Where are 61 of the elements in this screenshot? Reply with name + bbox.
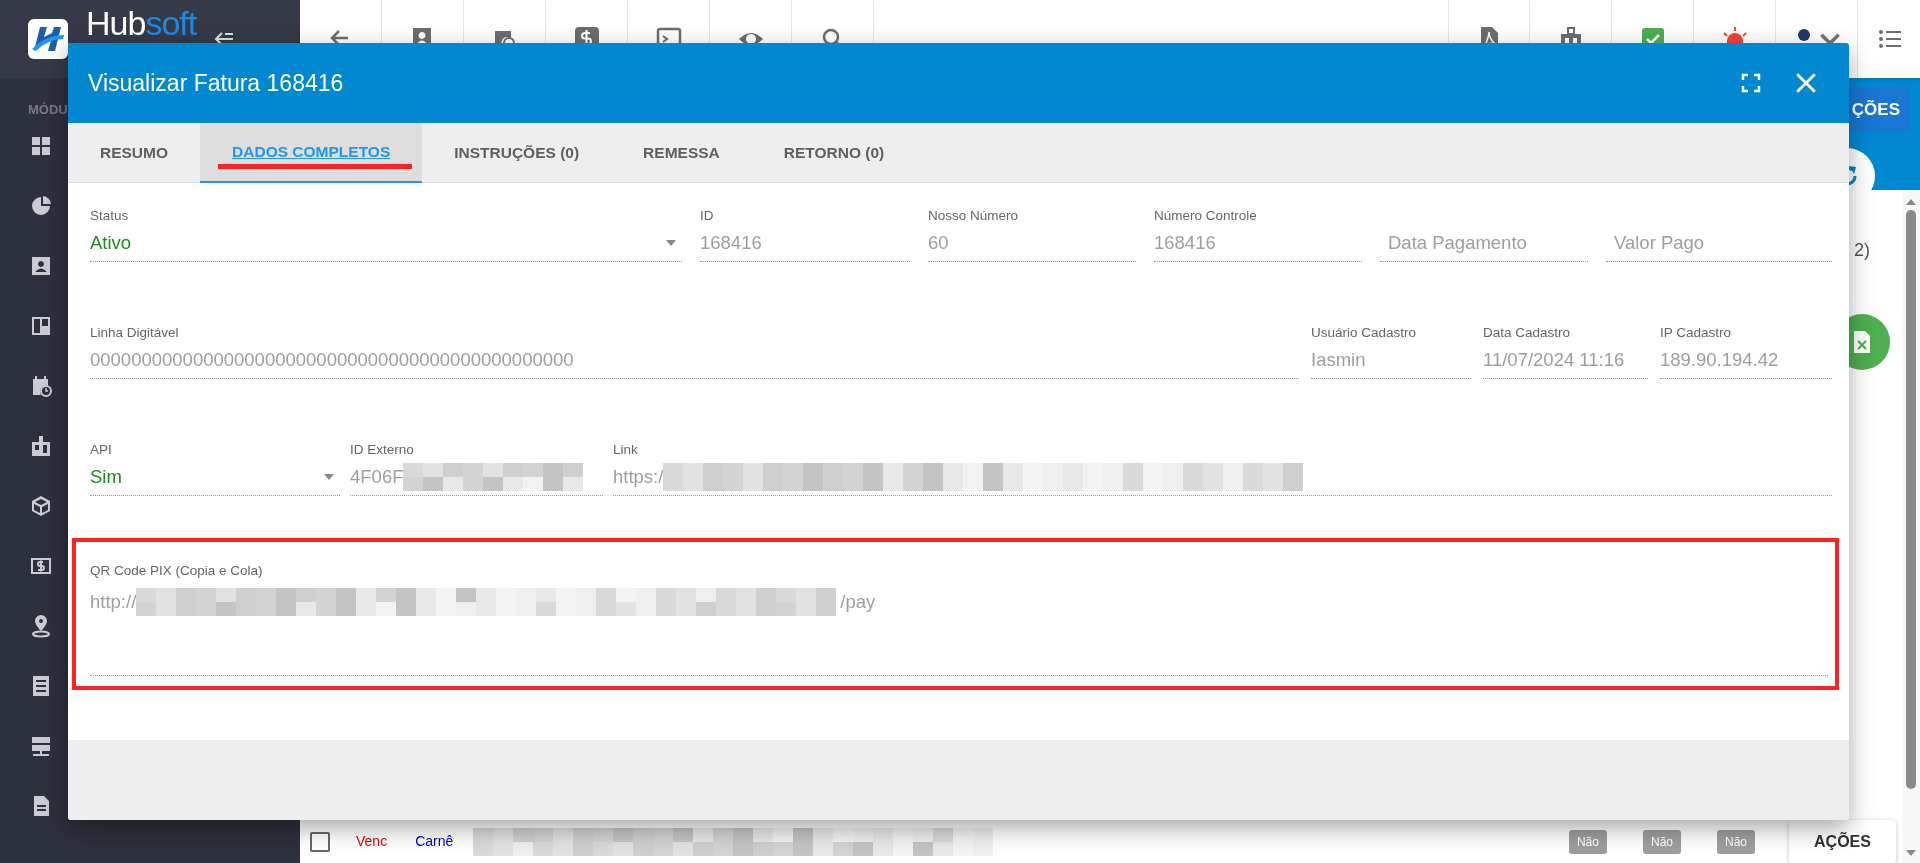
status-text: Venc bbox=[356, 832, 388, 851]
location-pin-icon[interactable] bbox=[30, 614, 52, 638]
fullscreen-button[interactable] bbox=[1741, 73, 1761, 93]
flag-badge: Não bbox=[1717, 829, 1755, 854]
type-text: Carnê bbox=[415, 832, 454, 851]
field-label: IP Cadastro bbox=[1660, 324, 1733, 342]
dropdown-caret-icon bbox=[666, 240, 676, 246]
field-label: API bbox=[90, 441, 113, 459]
calendar-clock-icon[interactable] bbox=[30, 374, 52, 398]
text-field[interactable]: 4F06F bbox=[350, 459, 603, 496]
section-label: MÓDU bbox=[28, 102, 68, 117]
grid-icon[interactable] bbox=[30, 134, 52, 158]
text-field[interactable]: 168416 bbox=[700, 225, 910, 262]
text-field[interactable]: Iasmin bbox=[1311, 342, 1471, 379]
field-label: QR Code PIX (Copia e Cola) bbox=[90, 562, 264, 580]
tab[interactable]: RETORNO (0) bbox=[751, 123, 917, 183]
field-label: ID bbox=[700, 207, 715, 225]
contact-card-icon[interactable] bbox=[30, 254, 52, 278]
field-label: ID Externo bbox=[350, 441, 415, 459]
flag-badge: Não bbox=[1642, 829, 1681, 854]
board-icon[interactable] bbox=[30, 314, 52, 338]
scroll-up-icon[interactable] bbox=[1905, 198, 1917, 206]
tab[interactable]: REMESSA bbox=[611, 123, 752, 183]
scroll-down-icon[interactable] bbox=[1905, 849, 1917, 857]
box-icon[interactable] bbox=[30, 494, 52, 518]
logo-icon bbox=[28, 19, 68, 59]
field-label: Número Controle bbox=[1154, 207, 1258, 225]
field-label: Status bbox=[90, 207, 130, 225]
text-field[interactable]: 189.90.194.42 bbox=[1660, 342, 1832, 379]
text-field[interactable]: http:// /pay bbox=[90, 580, 1828, 676]
document-list-icon[interactable] bbox=[30, 674, 52, 698]
actions-button[interactable]: AÇÕES bbox=[1789, 819, 1896, 863]
brand-name: Hubsoft bbox=[86, 6, 197, 40]
text-field[interactable]: 11/07/2024 11:16 bbox=[1483, 342, 1648, 379]
count-text: 2) bbox=[1854, 239, 1870, 262]
field-label: Usuário Cadastro bbox=[1311, 324, 1418, 342]
close-button[interactable] bbox=[1795, 72, 1817, 94]
tab[interactable]: DADOS COMPLETOS bbox=[200, 123, 423, 183]
text-field[interactable]: 60 bbox=[928, 225, 1136, 262]
modal-title: Visualizar Fatura 168416 bbox=[88, 68, 345, 98]
spreadsheet-icon[interactable] bbox=[1852, 330, 1872, 354]
building-icon[interactable] bbox=[30, 434, 52, 458]
scrollbar[interactable] bbox=[1902, 190, 1920, 863]
dropdown-caret-icon bbox=[324, 474, 334, 480]
text-field[interactable]: 00000000000000000000000000000000000000000000000 bbox=[90, 342, 1299, 379]
tab[interactable]: RESUMO bbox=[68, 123, 201, 183]
pie-chart-icon[interactable] bbox=[30, 194, 52, 218]
field-label: Data Cadastro bbox=[1483, 324, 1572, 342]
field-label: Link bbox=[613, 441, 639, 459]
text-field[interactable]: 168416 bbox=[1154, 225, 1362, 262]
select-field[interactable]: Sim bbox=[90, 459, 340, 496]
field-label: Nosso Número bbox=[928, 207, 1020, 225]
input-field[interactable]: Valor Pago bbox=[1606, 225, 1832, 262]
checkbox[interactable] bbox=[310, 831, 330, 852]
server-icon[interactable] bbox=[30, 734, 52, 758]
tab[interactable]: INSTRUÇÕES (0) bbox=[422, 123, 612, 183]
text-field[interactable]: https:/ bbox=[613, 459, 1832, 496]
field-label: Linha Digitável bbox=[90, 324, 180, 342]
select-field[interactable]: Ativo bbox=[90, 225, 682, 262]
input-field[interactable]: Data Pagamento bbox=[1380, 225, 1588, 262]
flag-badge: Não bbox=[1568, 829, 1607, 854]
